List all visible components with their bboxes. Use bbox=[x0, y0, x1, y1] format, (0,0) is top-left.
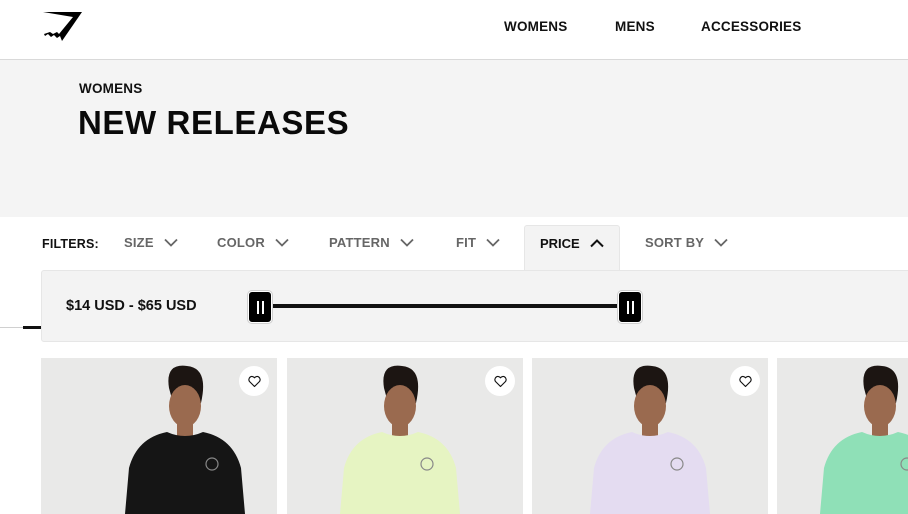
chevron-down-icon bbox=[164, 238, 178, 247]
product-grid bbox=[0, 358, 908, 514]
chevron-down-icon bbox=[714, 238, 728, 247]
filter-price[interactable]: PRICE bbox=[524, 225, 620, 272]
heart-outline-icon bbox=[493, 375, 507, 387]
chevron-down-icon bbox=[486, 238, 500, 247]
heart-outline-icon bbox=[738, 375, 752, 387]
site-header: WOMENS MENS ACCESSORIES bbox=[0, 0, 908, 60]
filter-sort-by-label: SORT BY bbox=[645, 235, 705, 250]
filter-fit-label: FIT bbox=[456, 235, 477, 250]
filters-label: FILTERS: bbox=[42, 237, 99, 251]
wishlist-button[interactable] bbox=[485, 366, 515, 396]
product-card[interactable] bbox=[777, 358, 908, 514]
wishlist-button[interactable] bbox=[239, 366, 269, 396]
page-hero: WOMENS NEW RELEASES bbox=[0, 60, 908, 217]
filter-sort-by[interactable]: SORT BY bbox=[645, 235, 728, 250]
product-image bbox=[777, 358, 908, 514]
nav-womens[interactable]: WOMENS bbox=[504, 19, 567, 34]
gymshark-logo-icon[interactable] bbox=[40, 10, 86, 44]
product-card[interactable] bbox=[532, 358, 768, 514]
filter-color[interactable]: COLOR bbox=[217, 235, 289, 250]
nav-mens[interactable]: MENS bbox=[615, 19, 655, 34]
product-card[interactable] bbox=[41, 358, 277, 514]
price-range-text: $14 USD - $65 USD bbox=[66, 298, 197, 314]
price-slider-min-handle[interactable] bbox=[248, 291, 272, 323]
price-slider-track[interactable] bbox=[260, 304, 630, 308]
nav-accessories[interactable]: ACCESSORIES bbox=[701, 19, 801, 34]
wishlist-button[interactable] bbox=[730, 366, 760, 396]
page-title: NEW RELEASES bbox=[78, 104, 350, 141]
filters-bar: FILTERS: SIZE COLOR PATTERN FIT PRICE SO… bbox=[0, 217, 908, 272]
filter-pattern-label: PATTERN bbox=[329, 235, 390, 250]
chevron-down-icon bbox=[400, 238, 414, 247]
chevron-down-icon bbox=[275, 238, 289, 247]
active-indicator bbox=[23, 326, 41, 329]
filter-pattern[interactable]: PATTERN bbox=[329, 235, 414, 250]
price-filter-panel: $14 USD - $65 USD bbox=[41, 270, 908, 342]
heart-outline-icon bbox=[247, 375, 261, 387]
filter-color-label: COLOR bbox=[217, 235, 265, 250]
price-slider-max-handle[interactable] bbox=[618, 291, 642, 323]
filter-fit[interactable]: FIT bbox=[456, 235, 500, 250]
chevron-up-icon bbox=[590, 239, 604, 248]
filter-size[interactable]: SIZE bbox=[124, 235, 178, 250]
filter-price-label: PRICE bbox=[540, 236, 580, 251]
breadcrumb[interactable]: WOMENS bbox=[79, 81, 142, 96]
filter-size-label: SIZE bbox=[124, 235, 154, 250]
product-card[interactable] bbox=[287, 358, 523, 514]
